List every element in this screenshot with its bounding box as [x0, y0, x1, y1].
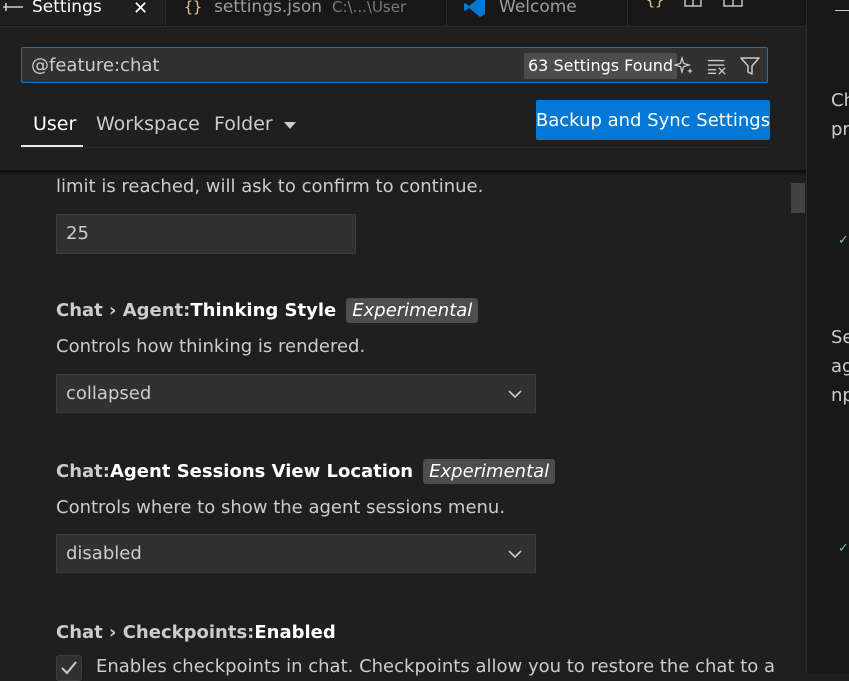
panel-text: np	[831, 385, 849, 406]
setting-number-input[interactable]: 25	[56, 214, 356, 254]
setting-category: Chat › Agent:	[56, 300, 191, 321]
setting-name: Enabled	[254, 622, 336, 643]
settings-count-badge: 63 Settings Found	[524, 53, 678, 79]
setting-category: Chat:	[56, 461, 110, 482]
select-value: disabled	[66, 543, 142, 564]
panel-tab-indicator	[835, 0, 849, 11]
panel-text: pr	[831, 119, 849, 140]
chevron-down-icon	[508, 550, 522, 559]
clear-filter-icon[interactable]	[707, 56, 727, 76]
setting-title: Chat: Agent Sessions View Location Exper…	[56, 459, 556, 484]
tab-label: settings.json	[214, 0, 323, 17]
folder-dropdown-icon[interactable]	[283, 121, 297, 131]
settings-search-box[interactable]: 63 Settings Found	[21, 47, 768, 83]
tab-workspace[interactable]: Workspace	[96, 113, 200, 135]
select-value: collapsed	[66, 383, 152, 404]
agent-sessions-location-select[interactable]: disabled	[56, 534, 536, 573]
backup-sync-button[interactable]: Backup and Sync Settings	[536, 100, 770, 140]
tab-welcome[interactable]: Welcome	[447, 0, 627, 25]
thinking-style-select[interactable]: collapsed	[56, 374, 536, 413]
checkpoints-checkbox[interactable]	[56, 655, 82, 681]
editor-tab-bar: Settings ✕ {} settings.json C:\...\User …	[0, 0, 806, 27]
tab-path: C:\...\User	[332, 0, 407, 16]
check-icon: ✓	[838, 233, 849, 248]
chevron-down-icon	[508, 390, 522, 399]
tab-label: Welcome	[499, 0, 577, 17]
check-icon	[61, 661, 77, 675]
open-settings-json-icon[interactable]: {}	[646, 0, 664, 9]
panel-text: Ch	[831, 90, 849, 111]
split-editor-icon[interactable]	[683, 0, 703, 8]
tab-settings-json[interactable]: {} settings.json C:\...\User	[166, 0, 446, 25]
json-braces-icon: {}	[184, 0, 203, 16]
setting-description: Controls how thinking is rendered.	[56, 336, 366, 357]
setting-title: Chat › Agent: Thinking Style Experimenta…	[56, 298, 479, 323]
tab-settings[interactable]: Settings ✕	[0, 0, 165, 25]
search-input[interactable]	[31, 48, 511, 82]
setting-title: Chat › Checkpoints: Enabled	[56, 622, 336, 643]
panel-text: Se	[831, 327, 849, 348]
setting-category: Chat › Checkpoints:	[56, 622, 255, 643]
experimental-badge: Experimental	[346, 298, 479, 323]
side-panel: Ch pr ✓ Se ag np ✓	[806, 0, 849, 674]
more-actions-icon[interactable]	[760, 0, 782, 4]
sparkle-icon[interactable]	[674, 56, 694, 76]
layout-icon[interactable]	[722, 0, 744, 8]
setting-name: Agent Sessions View Location	[109, 461, 414, 482]
panel-text: ag	[831, 356, 849, 377]
header-divider	[21, 147, 768, 148]
settings-editor-icon	[3, 2, 23, 11]
scrollbar-thumb[interactable]	[791, 183, 805, 213]
close-icon[interactable]: ✕	[133, 0, 148, 19]
check-icon: ✓	[838, 541, 849, 556]
tab-folder[interactable]: Folder	[214, 113, 273, 135]
setting-description: Controls where to show the agent session…	[56, 497, 506, 518]
experimental-badge: Experimental	[423, 459, 556, 484]
tab-user[interactable]: User	[33, 113, 76, 135]
setting-description: limit is reached, will ask to confirm to…	[56, 176, 484, 197]
tab-label: Settings	[32, 0, 102, 17]
vscode-logo-icon	[464, 0, 485, 17]
setting-name: Thinking Style	[190, 300, 337, 321]
filter-icon[interactable]	[740, 56, 760, 76]
